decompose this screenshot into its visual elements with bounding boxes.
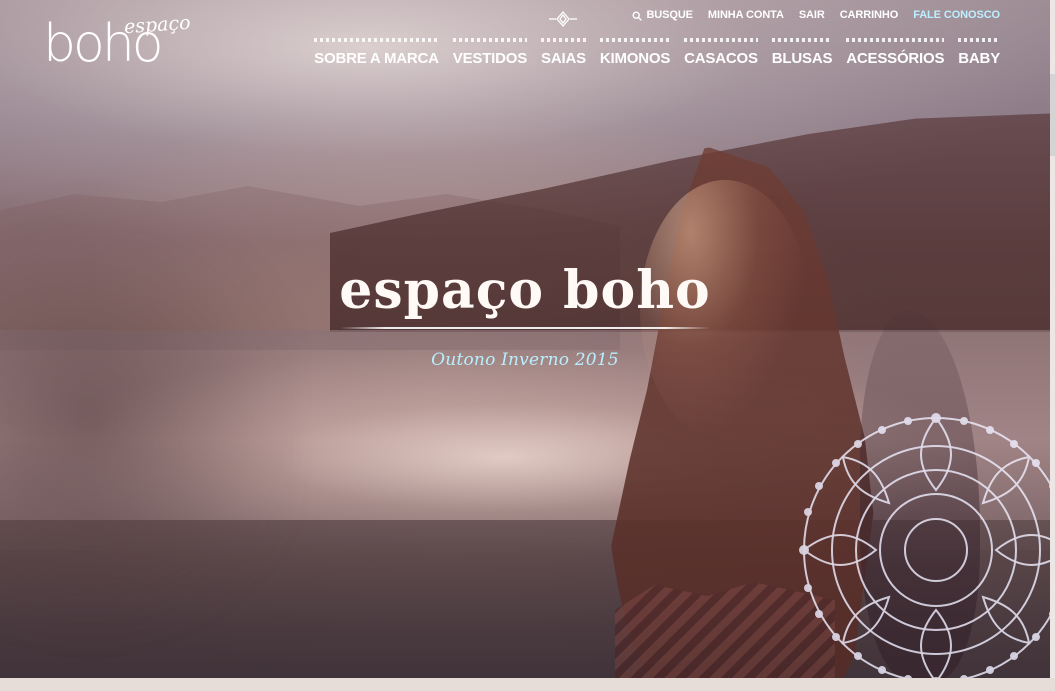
mandala-icon [799, 413, 1050, 678]
hero-subtitle: Outono Inverno 2015 [431, 350, 619, 370]
logout-link[interactable]: SAIR [799, 10, 825, 21]
account-link[interactable]: MINHA CONTA [708, 10, 784, 21]
nav-item-casacos[interactable]: CASACOS [684, 38, 758, 66]
page-bottom-edge [0, 678, 1055, 691]
page: boho espaço BUSQUE MINHA CONTA SAIR CARR… [0, 0, 1055, 691]
hero-text: espaço boho Outono Inverno 2015 [0, 265, 1050, 369]
nav-item-acessorios[interactable]: ACESSÓRIOS [846, 38, 944, 66]
account-link-label: MINHA CONTA [707, 9, 784, 21]
nav-item-vestidos[interactable]: VESTIDOS [452, 38, 528, 66]
vertical-scrollbar[interactable] [1050, 0, 1055, 678]
hero-title: espaço boho [339, 260, 711, 321]
site-header: boho espaço BUSQUE MINHA CONTA SAIR CARR… [0, 0, 1050, 88]
nav-item-blusas[interactable]: BLUSAS [771, 38, 833, 66]
logout-link-label: SAIR [798, 9, 825, 21]
search-icon [632, 10, 643, 21]
nav-item-baby[interactable]: BABY [958, 38, 1000, 66]
cart-link[interactable]: CARRINHO [839, 9, 899, 21]
cart-link-label: CARRINHO [839, 9, 899, 21]
nav-item-saias[interactable]: SAIAS [541, 38, 586, 66]
logo-subtitle: espaço [123, 11, 192, 39]
scrollbar-thumb[interactable] [1050, 74, 1055, 156]
nav-item-kimonos[interactable]: KIMONOS [599, 38, 671, 66]
search-link-label: BUSQUE [646, 9, 693, 21]
nav-item-sobre-a-marca[interactable]: SOBRE A MARCA [314, 38, 439, 66]
search-link[interactable]: BUSQUE [632, 9, 693, 21]
hero-divider [340, 327, 710, 329]
contact-link[interactable]: FALE CONOSCO [913, 10, 1000, 21]
contact-link-label: FALE CONOSCO [913, 9, 1000, 21]
diamond-ornament-icon [549, 11, 577, 27]
utility-nav: BUSQUE MINHA CONTA SAIR CARRINHO FALE CO… [632, 10, 1000, 21]
foreground-haze [0, 170, 300, 670]
main-navigation: SOBRE A MARCA VESTIDOS SAIAS KIMONOS CAS… [314, 38, 1000, 66]
site-logo[interactable]: boho espaço [43, 8, 193, 80]
